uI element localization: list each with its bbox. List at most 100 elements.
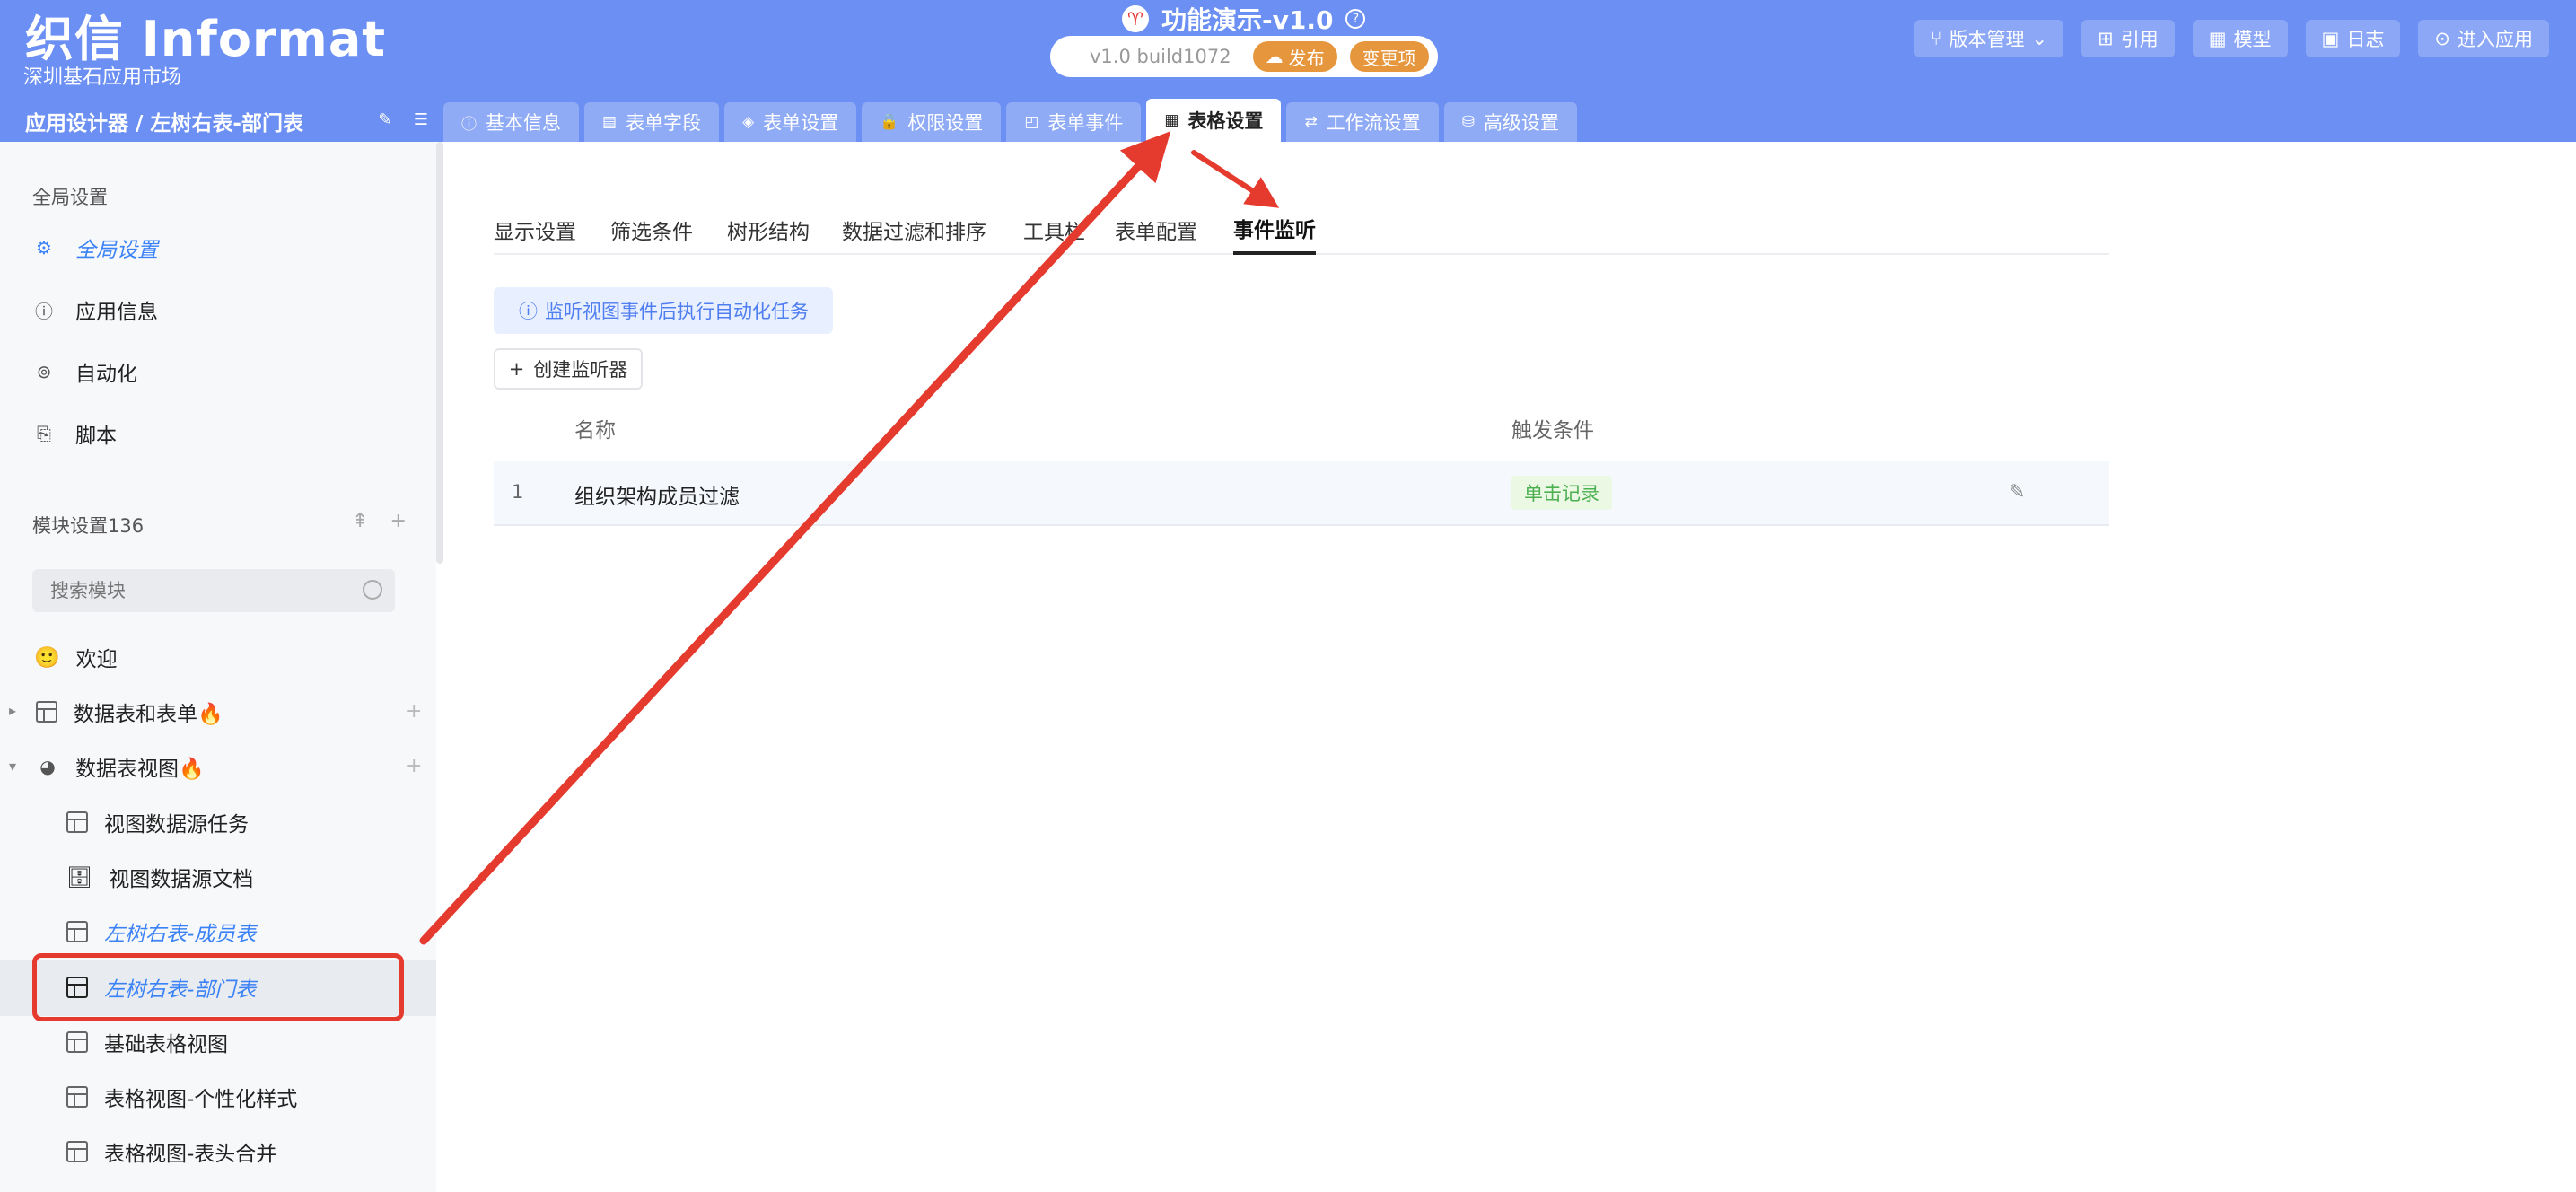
annotation-arrow-short xyxy=(1191,150,1280,208)
trigger-badge: 单击记录 xyxy=(1511,476,1612,510)
version-pill: v1.0 build1072 ☁ 发布 变更项 xyxy=(1050,36,1438,77)
column-trigger: 触发条件 xyxy=(1511,419,1594,443)
log-button[interactable]: ▣ 日志 xyxy=(2305,20,2401,57)
enter-app-button[interactable]: ⊙ 进入应用 xyxy=(2418,20,2549,57)
subtab-filter-conditions[interactable]: 筛选条件 xyxy=(610,205,693,255)
table-icon: ▦ xyxy=(1164,111,1179,129)
row-name: 组织架构成员过滤 xyxy=(574,486,740,509)
chevron-down-icon: ⌄ xyxy=(2031,28,2048,49)
smile-icon: 🙂 xyxy=(34,645,60,670)
enter-icon: ⊙ xyxy=(2434,28,2450,49)
reference-button[interactable]: ⊞ 引用 xyxy=(2081,20,2175,57)
subtab-data-filter-sort[interactable]: 数据过滤和排序 xyxy=(842,205,986,255)
add-icon[interactable]: + xyxy=(406,755,422,777)
tree-item-table-view-merged-header[interactable]: 表格视图-表头合并 xyxy=(66,1132,276,1171)
subtab-display-settings[interactable]: 显示设置 xyxy=(494,205,576,255)
table-row[interactable]: 1 组织架构成员过滤 单击记录 ✎ xyxy=(494,461,2109,526)
version-manage-button[interactable]: ⑂ 版本管理 ⌄ xyxy=(1914,20,2064,57)
script-icon: ⎘ xyxy=(37,423,51,444)
tab-form-events[interactable]: ◰ 表单事件 xyxy=(1006,102,1142,142)
subtab-form-config[interactable]: 表单配置 xyxy=(1115,205,1197,255)
app-title-bar: ♈ 功能演示-v1.0 ? xyxy=(1122,2,1366,36)
tree-item-view-datasource-doc[interactable]: 🗄 视图数据源文档 xyxy=(66,857,253,897)
annotation-highlight-box xyxy=(32,953,404,1021)
search-icon xyxy=(363,580,382,600)
table-icon xyxy=(36,701,57,723)
cabinet-icon: 🗄 xyxy=(66,865,93,890)
gear-icon: ⚙ xyxy=(36,237,52,259)
tab-workflow-settings[interactable]: ⇄ 工作流设置 xyxy=(1286,102,1439,142)
tab-basic-info[interactable]: ⓘ 基本信息 xyxy=(443,102,579,142)
reference-icon: ⊞ xyxy=(2098,28,2114,49)
sidebar-item-script[interactable]: ⎘ 脚本 xyxy=(32,416,117,451)
branch-icon: ⑂ xyxy=(1930,28,1942,49)
model-icon: ▦ xyxy=(2208,28,2227,49)
info-icon: ⓘ xyxy=(519,301,538,322)
document-icon: ▤ xyxy=(602,113,618,131)
add-module-icon[interactable]: + xyxy=(390,510,406,532)
sub-tabs: 显示设置 筛选条件 树形结构 数据过滤和排序 工具栏 表单配置 事件监听 xyxy=(494,205,2109,255)
event-icon: ◰ xyxy=(1024,113,1039,131)
caret-down-icon[interactable]: ▾ xyxy=(9,758,16,775)
add-icon[interactable]: + xyxy=(406,700,422,723)
sidebar-item-app-info[interactable]: ⓘ 应用信息 xyxy=(32,292,158,328)
main-tabs: ⓘ 基本信息 ▤ 表单字段 ◈ 表单设置 🔒 权限设置 ◰ 表单事件 ▦ 表格设置 ⇄ 工作流… xyxy=(443,99,1577,142)
table-header: 名称 触发条件 xyxy=(494,406,2109,449)
column-name: 名称 xyxy=(574,419,616,443)
create-listener-button[interactable]: + 创建监听器 xyxy=(494,348,643,390)
changes-button[interactable]: 变更项 xyxy=(1349,41,1429,72)
info-banner: ⓘ 监听视图事件后执行自动化任务 xyxy=(494,287,833,334)
database-icon: ⛁ xyxy=(1461,113,1475,131)
plus-icon: + xyxy=(508,358,525,380)
tree-item-tables-and-forms[interactable]: 数据表和表单🔥 xyxy=(36,692,223,732)
note-icon[interactable]: ✎ xyxy=(375,110,395,129)
tree-item-basic-table-view[interactable]: 基础表格视图 xyxy=(66,1022,228,1062)
info-icon: ⓘ xyxy=(35,300,53,322)
sidebar-item-automation[interactable]: ⊚ 自动化 xyxy=(32,354,137,390)
log-icon: ▣ xyxy=(2321,28,2340,49)
model-button[interactable]: ▦ 模型 xyxy=(2192,20,2288,57)
header-actions: ⑂ 版本管理 ⌄ ⊞ 引用 ▦ 模型 ▣ 日志 ⊙ 进入应用 xyxy=(1914,20,2549,57)
tree-item-left-tree-members[interactable]: 左树右表-成员表 xyxy=(66,912,256,951)
caret-right-icon[interactable]: ▸ xyxy=(9,702,16,719)
cloud-upload-icon: ☁ xyxy=(1265,46,1284,67)
sidebar-scrollbar[interactable] xyxy=(436,142,443,564)
layers-icon: ◈ xyxy=(742,113,755,131)
subtab-tree-structure[interactable]: 树形结构 xyxy=(727,205,810,255)
table-icon xyxy=(66,921,88,942)
sidebar-item-global-settings[interactable]: ⚙ 全局设置 xyxy=(32,230,158,266)
tab-form-settings[interactable]: ◈ 表单设置 xyxy=(724,102,857,142)
tree-item-table-views[interactable]: ◕ 数据表视图🔥 xyxy=(36,747,204,786)
table-icon xyxy=(66,1086,88,1108)
tab-table-settings[interactable]: ▦ 表格设置 xyxy=(1146,99,1282,142)
module-search-input[interactable] xyxy=(32,569,395,612)
logo-subtitle: 深圳基石应用市场 xyxy=(23,66,182,89)
tree-item-welcome[interactable]: 🙂 欢迎 xyxy=(34,637,118,677)
tab-permission-settings[interactable]: 🔒 权限设置 xyxy=(862,102,1002,142)
breadcrumb: 应用设计器 / 左树右表-部门表 xyxy=(25,112,303,136)
outline-icon[interactable]: ☰ xyxy=(411,110,431,129)
subtab-event-listener[interactable]: 事件监听 xyxy=(1233,205,1316,255)
edit-icon[interactable]: ✎ xyxy=(2009,481,2025,504)
tree-item-table-view-custom-style[interactable]: 表格视图-个性化样式 xyxy=(66,1077,297,1117)
breadcrumb-actions: ✎ ☰ xyxy=(375,110,431,129)
tab-advanced-settings[interactable]: ⛁ 高级设置 xyxy=(1443,102,1577,142)
publish-button[interactable]: ☁ 发布 xyxy=(1252,41,1337,72)
table-icon xyxy=(66,1031,88,1053)
table-icon xyxy=(66,1141,88,1162)
version-text: v1.0 build1072 xyxy=(1090,46,1231,67)
module-section-title: 模块设置136 xyxy=(32,515,145,537)
app-icon: ♈ xyxy=(1122,5,1149,32)
lock-icon: 🔒 xyxy=(880,113,899,131)
subtab-toolbar[interactable]: 工具栏 xyxy=(1023,205,1085,255)
help-icon[interactable]: ? xyxy=(1345,9,1366,29)
app-title: 功能演示-v1.0 xyxy=(1161,5,1334,35)
collapse-icon[interactable]: ⇞ xyxy=(352,510,368,532)
chart-icon: ◕ xyxy=(39,756,56,777)
tab-form-fields[interactable]: ▤ 表单字段 xyxy=(584,102,720,142)
module-actions: ⇞ + xyxy=(352,510,407,532)
table-icon xyxy=(66,811,88,833)
tree-item-view-datasource-task[interactable]: 视图数据源任务 xyxy=(66,802,249,842)
row-index: 1 xyxy=(512,481,524,503)
robot-icon: ⊚ xyxy=(36,361,52,382)
